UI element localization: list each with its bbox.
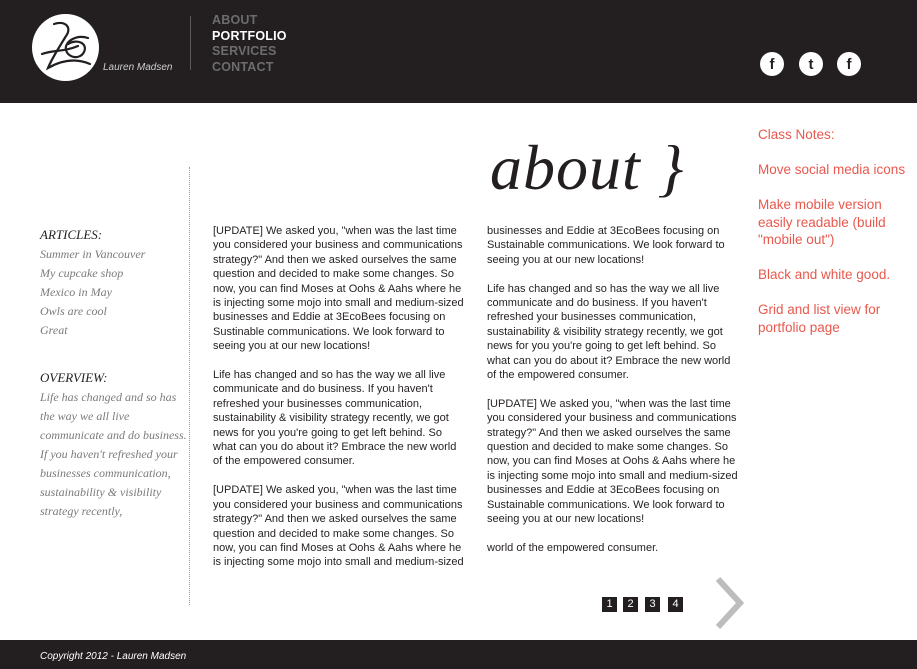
article-link[interactable]: Great [40, 321, 188, 340]
nav-portfolio[interactable]: PORTFOLIO [212, 29, 287, 45]
article-column-1: [UPDATE] We asked you, "when was the las… [213, 224, 468, 584]
logo-name: Lauren Madsen [103, 62, 173, 73]
nav-about[interactable]: ABOUT [212, 13, 287, 29]
paragraph: businesses and Eddie at 3EcoBees focusin… [487, 225, 725, 266]
paragraph: Life has changed and so has the way we a… [213, 369, 457, 468]
paragraph: [UPDATE] We asked you, "when was the las… [213, 484, 464, 569]
page-button-1[interactable]: 1 [602, 597, 617, 612]
copyright-text: Copyright 2012 - Lauren Madsen [40, 651, 187, 662]
article-column-2: businesses and Eddie at 3EcoBees focusin… [487, 224, 742, 570]
page-button-3[interactable]: 3 [645, 597, 660, 612]
note-item: Grid and list view for portfolio page [758, 302, 881, 335]
page-button-4[interactable]: 4 [668, 597, 683, 612]
chevron-right-icon[interactable] [712, 576, 744, 630]
page-button-2[interactable]: 2 [623, 597, 638, 612]
class-notes: Class Notes: Move social media icons Mak… [758, 126, 908, 354]
article-link[interactable]: My cupcake shop [40, 264, 188, 283]
note-item: Move social media icons [758, 162, 906, 177]
paragraph: world of the empowered consumer. [487, 541, 659, 554]
articles-heading: ARTICLES: [40, 227, 103, 242]
overview-section: OVERVIEW: Life has changed and so has th… [40, 369, 188, 521]
articles-sidebar: ARTICLES: Summer in Vancouver My cupcake… [40, 226, 188, 340]
notes-heading: Class Notes: [758, 127, 835, 142]
header-divider [190, 16, 191, 70]
nav-services[interactable]: SERVICES [212, 44, 287, 60]
article-link[interactable]: Mexico in May [40, 283, 188, 302]
paragraph: Life has changed and so has the way we a… [487, 282, 731, 382]
note-item: Black and white good. [758, 267, 891, 282]
site-header: Lauren Madsen ABOUT PORTFOLIO SERVICES C… [0, 0, 917, 103]
overview-text: Life has changed and so has the way we a… [40, 390, 187, 518]
article-link[interactable]: Summer in Vancouver [40, 245, 188, 264]
facebook-icon[interactable]: f [760, 52, 784, 76]
main-nav: ABOUT PORTFOLIO SERVICES CONTACT [212, 13, 287, 75]
sidebar-divider [189, 167, 190, 605]
page-title: about } [490, 132, 685, 203]
logo-icon[interactable] [32, 14, 99, 81]
nav-contact[interactable]: CONTACT [212, 60, 287, 76]
note-item: Make mobile version easily readable (bui… [758, 197, 886, 247]
facebook-icon[interactable]: f [837, 52, 861, 76]
paragraph: [UPDATE] We asked you, "when was the las… [213, 225, 464, 353]
paragraph: [UPDATE] We asked you, "when was the las… [487, 397, 738, 526]
overview-heading: OVERVIEW: [40, 370, 108, 385]
site-footer: Copyright 2012 - Lauren Madsen [0, 640, 917, 669]
twitter-icon[interactable]: t [799, 52, 823, 76]
article-link[interactable]: Owls are cool [40, 302, 188, 321]
